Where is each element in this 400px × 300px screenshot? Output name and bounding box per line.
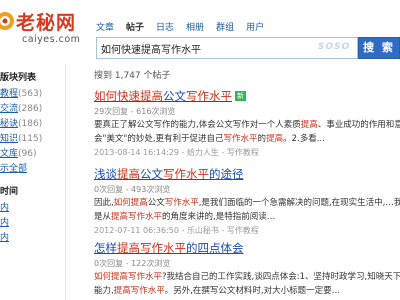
search-provider-watermark: SOSO bbox=[318, 42, 351, 52]
tab-groups[interactable]: 群组 bbox=[216, 21, 234, 35]
search-result: 如何快速提高公文写作水平新 29次回复 - 616次浏览 要真正了解公文写作的能力,… bbox=[94, 88, 400, 158]
snippet-segment: 提高 bbox=[266, 134, 284, 144]
time-filter-item[interactable]: 内 bbox=[0, 230, 9, 243]
snippet-segment: 提高写作水平 bbox=[111, 212, 163, 222]
logo-mark-icon bbox=[0, 12, 14, 30]
snippet-segment: 要真正了解公文写作的能力,体会公文写作对一个人素质 bbox=[94, 120, 301, 130]
title-segment: 的四点体会 bbox=[186, 241, 244, 255]
title-segment: 怎样 bbox=[94, 241, 117, 255]
snippet-segment: 如何提高写作水平 bbox=[94, 272, 163, 282]
search-result: 怎样提高写作水平的四点体会 0次回复 - 122次浏览 如何提高写作水平?我结合自己… bbox=[94, 240, 400, 297]
sidebar-item-board[interactable]: 文库(96) bbox=[0, 146, 37, 159]
snippet-segment: ?我结合自己的工作实践,谈四点体会:1、坚持时政学习,知晓天下…就能不 bbox=[162, 272, 400, 282]
sidebar-item-board[interactable]: 知识(115) bbox=[0, 131, 42, 144]
site-logo[interactable]: 老秘网 caiyes.com bbox=[0, 8, 92, 52]
tab-articles[interactable]: 文章 bbox=[96, 21, 114, 35]
result-title-link[interactable]: 如何快速提高公文写作水平 bbox=[94, 89, 232, 103]
result-meta: 29次回复 - 616次浏览 bbox=[94, 107, 176, 116]
title-segment: 如何 bbox=[94, 89, 117, 103]
sidebar: 版块列表 教程(563) 交流(286) 秘诀(186) 知识(115) 文库(… bbox=[0, 64, 66, 300]
result-snippet: 是从提高写作水平的角度来讲的,是特指前阅读… bbox=[94, 211, 400, 223]
snippet-segment: 提高 bbox=[300, 120, 318, 130]
logo-text: 老秘网 bbox=[16, 12, 77, 34]
result-title-link[interactable]: 怎样提高写作水平的四点体会 bbox=[94, 241, 244, 255]
sidebar-item-board[interactable]: 交流(286) bbox=[0, 101, 42, 114]
sidebar-item-board[interactable]: 教程(563) bbox=[0, 86, 42, 99]
new-badge: 新 bbox=[235, 91, 246, 101]
snippet-segment: 。另外,在撰写公文材料时,对大小标题一定要… bbox=[164, 286, 341, 296]
snippet-segment: ,是我们面临的一个急需解决的问题,在现实生活中,…我们这里 bbox=[198, 198, 400, 208]
header: 老秘网 caiyes.com 文章 帖子 日志 相册 群组 用户 SOSO 搜 … bbox=[0, 0, 400, 64]
result-snippet: 要真正了解公文写作的能力,体会公文写作对一个人素质提高、事业成功的作用和意义…这… bbox=[94, 119, 400, 131]
snippet-segment: 、事业成功的作用和意义…这体 bbox=[317, 120, 400, 130]
snippet-segment: 如何提高 bbox=[113, 198, 148, 208]
snippet-segment: 因此, bbox=[94, 198, 114, 208]
snippet-segment: 是从 bbox=[94, 212, 112, 222]
title-segment: 浅谈 bbox=[94, 167, 117, 181]
time-filter-item[interactable]: 内 bbox=[0, 215, 9, 228]
result-footer: 2013-08-14 16:14:29 - 给力人生 - 写作教程 bbox=[94, 148, 259, 157]
snippet-segment: 。2.多看... bbox=[283, 134, 325, 144]
result-snippet: 因此,如何提高公文写作水平,是我们面临的一个急需解决的问题,在现实生活中,…我们… bbox=[94, 197, 400, 209]
result-count: 搜到 1,747 个帖子 bbox=[94, 71, 171, 81]
title-segment: 提高 bbox=[117, 167, 140, 181]
logo-domain: caiyes.com bbox=[22, 34, 81, 45]
result-title-link[interactable]: 浅谈提高公文写作水平的途径 bbox=[94, 167, 244, 181]
result-snippet: 能力,提高写作水平。另外,在撰写公文材料时,对大小标题一定要… bbox=[94, 285, 400, 297]
result-meta: 0次回复 - 122次浏览 bbox=[94, 259, 171, 268]
search-result: 浅谈提高公文写作水平的途径 0次回复 - 493次浏览 因此,如何提高公文写作水平,… bbox=[94, 166, 400, 236]
sidebar-item-board[interactable]: 秘诀(186) bbox=[0, 116, 42, 129]
result-snippet: 会"美文"的妙处,更有利于促进自己写作水平的提高。2.多看... bbox=[94, 133, 400, 145]
result-snippet: 如何提高写作水平?我结合自己的工作实践,谈四点体会:1、坚持时政学习,知晓天下…… bbox=[94, 271, 400, 283]
title-segment: 公文 bbox=[163, 89, 186, 103]
snippet-segment: 的 bbox=[257, 134, 267, 144]
tab-albums[interactable]: 相册 bbox=[186, 21, 204, 35]
snippet-segment: 能力, bbox=[94, 286, 114, 296]
snippet-segment: 写作水平 bbox=[164, 198, 199, 208]
search-tabs: 文章 帖子 日志 相册 群组 用户 bbox=[96, 21, 276, 35]
snippet-segment: 写作水平 bbox=[223, 134, 258, 144]
title-segment: 写作水平 bbox=[163, 167, 209, 181]
tab-blogs[interactable]: 日志 bbox=[156, 21, 174, 35]
search-button[interactable]: 搜 索 bbox=[358, 37, 400, 59]
tab-posts[interactable]: 帖子 bbox=[126, 21, 144, 35]
title-segment: 公文 bbox=[140, 167, 163, 181]
title-segment: 写作水平 bbox=[140, 241, 186, 255]
title-segment: 提高 bbox=[140, 89, 163, 103]
time-filter-title: 时间 bbox=[0, 187, 19, 197]
result-footer: 2012-07-11 06:36:50 - 乐山秘书 - 写作教程 bbox=[94, 226, 259, 235]
time-filter-item[interactable]: 内 bbox=[0, 200, 9, 213]
snippet-segment: 会"美文"的妙处,更有利于促进自己 bbox=[94, 134, 224, 144]
board-list-title: 版块列表 bbox=[0, 73, 37, 83]
title-segment: 写作水平 bbox=[186, 89, 232, 103]
tab-users[interactable]: 用户 bbox=[246, 21, 264, 35]
title-segment: 提高 bbox=[117, 241, 140, 255]
snippet-segment: 提高写作水平 bbox=[113, 286, 165, 296]
result-meta: 0次回复 - 493次浏览 bbox=[94, 185, 171, 194]
title-segment: 快速 bbox=[117, 89, 140, 103]
snippet-segment: 公文 bbox=[147, 198, 165, 208]
title-segment: 的途径 bbox=[209, 167, 244, 181]
show-all-boards-link[interactable]: 示全部 bbox=[0, 161, 27, 174]
snippet-segment: 的角度来讲的,是特指前阅读… bbox=[162, 212, 276, 222]
